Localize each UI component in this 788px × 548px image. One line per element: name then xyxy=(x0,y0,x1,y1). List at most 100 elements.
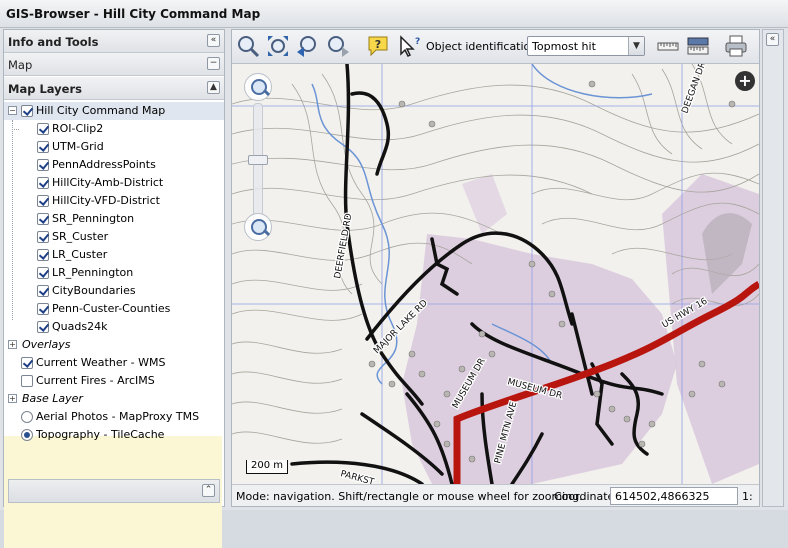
overlay-label: Current Fires - ArcIMS xyxy=(36,374,155,387)
chevron-down-icon[interactable]: ▼ xyxy=(628,37,644,55)
left-bottom-panel: ⌃ xyxy=(8,479,220,503)
zoom-extent-icon[interactable] xyxy=(266,34,290,58)
layer-row-sr-custer[interactable]: SR_Custer xyxy=(4,228,224,246)
overlay-row-current-fires[interactable]: Current Fires - ArcIMS xyxy=(4,372,224,390)
measure-distance-icon[interactable] xyxy=(656,34,680,58)
help-icon[interactable]: ? xyxy=(366,34,390,58)
layer-row-penn-address-points[interactable]: PennAddressPoints xyxy=(4,156,224,174)
layer-checkbox[interactable] xyxy=(37,267,49,279)
print-icon[interactable] xyxy=(724,34,748,58)
zoom-previous-icon[interactable] xyxy=(296,34,320,58)
base-layer-row-topography[interactable]: Topography - TileCache xyxy=(4,426,224,444)
map-panel: ? ? Object identification: Topmost hit ▼ xyxy=(231,29,760,507)
layer-label: SR_Custer xyxy=(52,230,109,243)
tree-connector xyxy=(12,129,19,130)
layer-checkbox[interactable] xyxy=(37,213,49,225)
topographic-map[interactable]: DEERFIELD RD MAJOR LAKE RD MUSEUM DR MUS… xyxy=(232,64,759,484)
object-identification-value: Topmost hit xyxy=(532,40,596,53)
layer-row-penn-custer-counties[interactable]: Penn-Custer-Counties xyxy=(4,300,224,318)
layer-label: SR_Pennington xyxy=(52,212,135,225)
base-layer-radio[interactable] xyxy=(21,411,33,423)
layer-checkbox[interactable] xyxy=(37,177,49,189)
map-zoom-in-button[interactable] xyxy=(244,73,272,101)
object-identification-select[interactable]: Topmost hit ▼ xyxy=(527,36,645,56)
mode-status-text: Mode: navigation. Shift/rectangle or mou… xyxy=(236,490,583,503)
info-tools-header: Info and Tools « xyxy=(4,30,224,53)
map-canvas[interactable]: DEERFIELD RD MAJOR LAKE RD MUSEUM DR MUS… xyxy=(232,64,759,484)
layer-row-utm-grid[interactable]: UTM-Grid xyxy=(4,138,224,156)
overlay-label: Current Weather - WMS xyxy=(36,356,166,369)
object-identification-label: Object identification: xyxy=(426,40,541,53)
layer-row-quads24k[interactable]: Quads24k xyxy=(4,318,224,336)
layer-label: CityBoundaries xyxy=(52,284,136,297)
expand-right-panel-button[interactable]: « xyxy=(766,33,779,46)
layer-checkbox[interactable] xyxy=(37,285,49,297)
layer-label: UTM-Grid xyxy=(52,140,104,153)
layer-row-sr-pennington[interactable]: SR_Pennington xyxy=(4,210,224,228)
tree-root-hill-city-command-map[interactable]: − Hill City Command Map xyxy=(4,102,224,120)
layer-switcher-plus-icon[interactable]: + xyxy=(735,71,755,91)
collapse-map-layers-button[interactable]: ▲ xyxy=(207,81,220,94)
layer-checkbox[interactable] xyxy=(37,195,49,207)
layer-label: LR_Custer xyxy=(52,248,108,261)
window-title: GIS-Browser - Hill City Command Map xyxy=(6,7,261,21)
coordinate-field[interactable]: 614502,4866325 xyxy=(610,487,738,505)
layer-checkbox[interactable] xyxy=(37,321,49,333)
measure-area-icon[interactable] xyxy=(686,34,710,58)
zoom-control xyxy=(244,73,272,263)
zoom-next-icon[interactable] xyxy=(326,34,350,58)
zoom-slider-handle[interactable] xyxy=(248,155,268,165)
layer-row-vfd-district[interactable]: HillCity-VFD-District xyxy=(4,192,224,210)
layer-checkbox[interactable] xyxy=(37,303,49,315)
layer-checkbox[interactable] xyxy=(37,231,49,243)
layer-checkbox[interactable] xyxy=(37,159,49,171)
base-layer-radio[interactable] xyxy=(21,429,33,441)
overlays-group-label: Overlays xyxy=(22,338,71,351)
zoom-slider-track[interactable] xyxy=(253,103,263,231)
app-window: GIS-Browser - Hill City Command Map Info… xyxy=(0,0,788,548)
base-layer-row-aerial-photos[interactable]: Aerial Photos - MapProxy TMS xyxy=(4,408,224,426)
layer-row-lr-custer[interactable]: LR_Custer xyxy=(4,246,224,264)
layer-label: PennAddressPoints xyxy=(52,158,156,171)
layer-label: HillCity-Amb-District xyxy=(52,176,164,189)
zoom-in-icon[interactable] xyxy=(236,34,260,58)
overlays-group[interactable]: + Overlays xyxy=(4,336,224,354)
map-layers-title: Map Layers xyxy=(8,82,82,96)
coordinate-label: Coordinate: xyxy=(554,490,619,503)
info-tools-panel: Info and Tools « Map − Map Layers ▲ − Hi… xyxy=(3,29,225,548)
map-section-title: Map xyxy=(8,58,33,72)
layer-label: LR_Pennington xyxy=(52,266,134,279)
layer-row-lr-pennington[interactable]: LR_Pennington xyxy=(4,264,224,282)
layer-label: ROI-Clip2 xyxy=(52,122,104,135)
title-bar: GIS-Browser - Hill City Command Map xyxy=(0,0,788,28)
scale-prefix: 1: xyxy=(742,490,753,503)
layer-row-city-boundaries[interactable]: CityBoundaries xyxy=(4,282,224,300)
collapse-map-section-button[interactable]: − xyxy=(207,57,220,70)
layer-label: Quads24k xyxy=(52,320,108,333)
map-layers-header[interactable]: Map Layers ▲ xyxy=(4,77,224,100)
info-tools-title: Info and Tools xyxy=(8,35,99,49)
overlay-row-current-weather[interactable]: Current Weather - WMS xyxy=(4,354,224,372)
layer-row-amb-district[interactable]: HillCity-Amb-District xyxy=(4,174,224,192)
collapse-node-icon[interactable]: − xyxy=(8,106,17,115)
collapse-panel-button[interactable]: « xyxy=(207,34,220,47)
base-layer-label: Aerial Photos - MapProxy TMS xyxy=(36,410,200,423)
base-layer-group[interactable]: + Base Layer xyxy=(4,390,224,408)
expand-node-icon[interactable]: + xyxy=(8,340,17,349)
scale-bar: 200 m xyxy=(246,460,288,474)
root-layer-checkbox[interactable] xyxy=(21,105,33,117)
collapsed-right-panel: « xyxy=(762,29,784,507)
identify-icon[interactable]: ? xyxy=(396,34,420,58)
overlay-checkbox[interactable] xyxy=(21,375,33,387)
map-section-header[interactable]: Map − xyxy=(4,53,224,76)
layer-checkbox[interactable] xyxy=(37,123,49,135)
overlay-checkbox[interactable] xyxy=(21,357,33,369)
layer-checkbox[interactable] xyxy=(37,141,49,153)
expand-panel-button[interactable]: ⌃ xyxy=(202,484,215,497)
layer-row-roi-clip2[interactable]: ROI-Clip2 xyxy=(4,120,224,138)
map-zoom-out-button[interactable] xyxy=(244,213,272,241)
expand-node-icon[interactable]: + xyxy=(8,394,17,403)
base-layer-label: Topography - TileCache xyxy=(36,428,165,441)
layer-checkbox[interactable] xyxy=(37,249,49,261)
svg-text:?: ? xyxy=(415,37,420,47)
